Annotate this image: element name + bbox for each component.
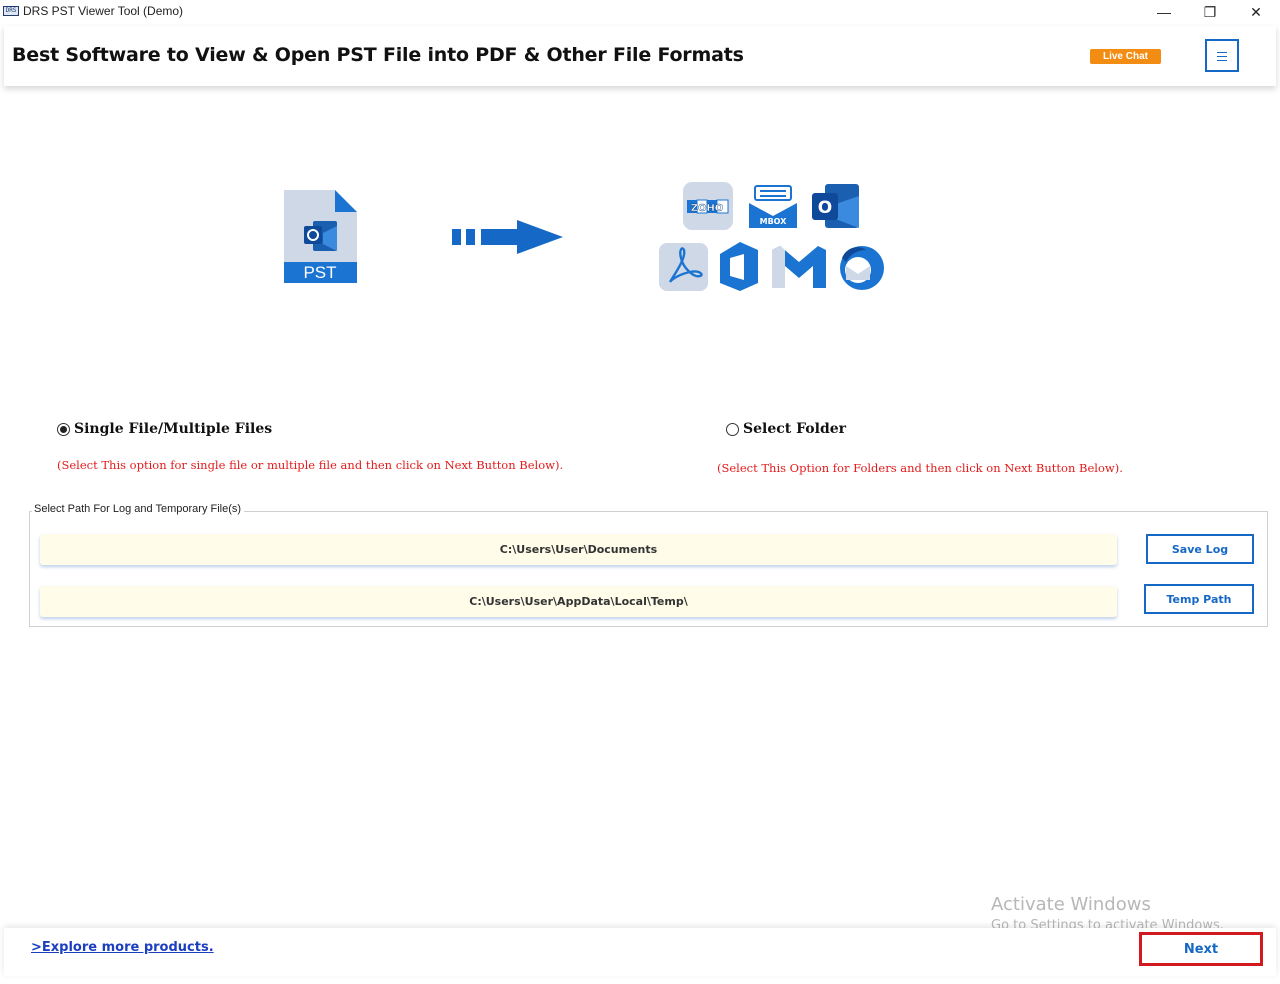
select-folder-hint: (Select This Option for Folders and then… [717,461,1123,475]
thunderbird-icon [840,246,884,290]
mbox-icon: MBOX [749,185,797,228]
zoho-icon: ZOHO [683,182,733,230]
right-arrow-icon [452,220,563,254]
outlook-icon: O [812,184,859,228]
path-group-label: Select Path For Log and Temporary File(s… [32,503,245,515]
pst-file-icon: PST [284,190,357,283]
single-file-radio[interactable] [57,422,70,436]
office365-icon [720,242,758,291]
explore-products-link[interactable]: >Explore more products. [31,940,214,955]
gmail-icon [772,246,826,288]
conversion-illustration: PST ZOHO MBOX O [284,182,884,291]
select-folder-radio[interactable] [726,422,739,436]
app-footer: >Explore more products. Next [4,928,1276,976]
temp-path-button[interactable]: Temp Path [1144,584,1254,614]
log-path-field[interactable]: C:\Users\User\Documents [40,534,1117,565]
save-log-button[interactable]: Save Log [1146,534,1254,564]
single-file-hint: (Select This option for single file or m… [57,458,564,472]
zoho-text: ZOHO [691,203,724,214]
temp-path-field[interactable]: C:\Users\User\AppData\Local\Temp\ [40,586,1117,617]
select-folder-label: Select Folder [743,421,847,437]
single-file-label: Single File/Multiple Files [74,421,273,437]
outlook-letter: O [818,198,832,218]
select-folder-option[interactable]: Select Folder [726,421,846,437]
single-file-option[interactable]: Single File/Multiple Files [57,421,272,437]
pst-label: PST [303,263,336,282]
next-button[interactable]: Next [1139,932,1263,966]
mbox-text: MBOX [760,217,788,226]
pdf-icon [659,243,708,291]
watermark-line1: Activate Windows [991,894,1151,915]
